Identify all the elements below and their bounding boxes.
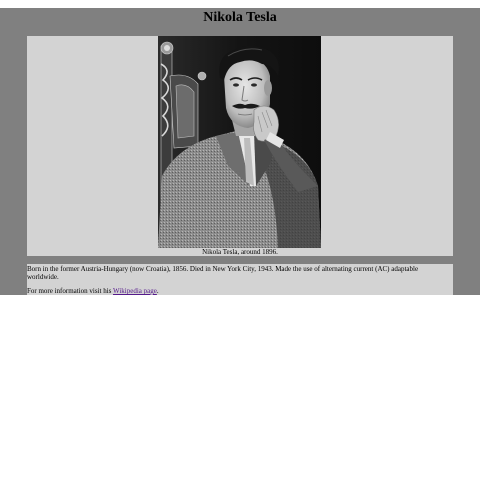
page-title: Nikola Tesla bbox=[203, 10, 277, 25]
more-info-prefix: For more information visit his bbox=[27, 287, 114, 295]
wikipedia-link[interactable]: Wikipedia page bbox=[113, 287, 157, 295]
bio-panel: Born in the former Austria-Hungary (now … bbox=[27, 264, 453, 295]
portrait-image bbox=[158, 36, 321, 248]
more-info-suffix: . bbox=[156, 287, 159, 295]
photo-caption: Nikola Tesla, around 1896. bbox=[202, 248, 278, 256]
main-container: Nikola Tesla Nikola Tesla, around 1896. … bbox=[0, 8, 480, 295]
more-info-line: For more information visit his Wikipedia… bbox=[27, 287, 451, 295]
photo-panel: Nikola Tesla, around 1896. bbox=[27, 36, 453, 256]
bio-text: Born in the former Austria-Hungary (now … bbox=[27, 265, 419, 281]
